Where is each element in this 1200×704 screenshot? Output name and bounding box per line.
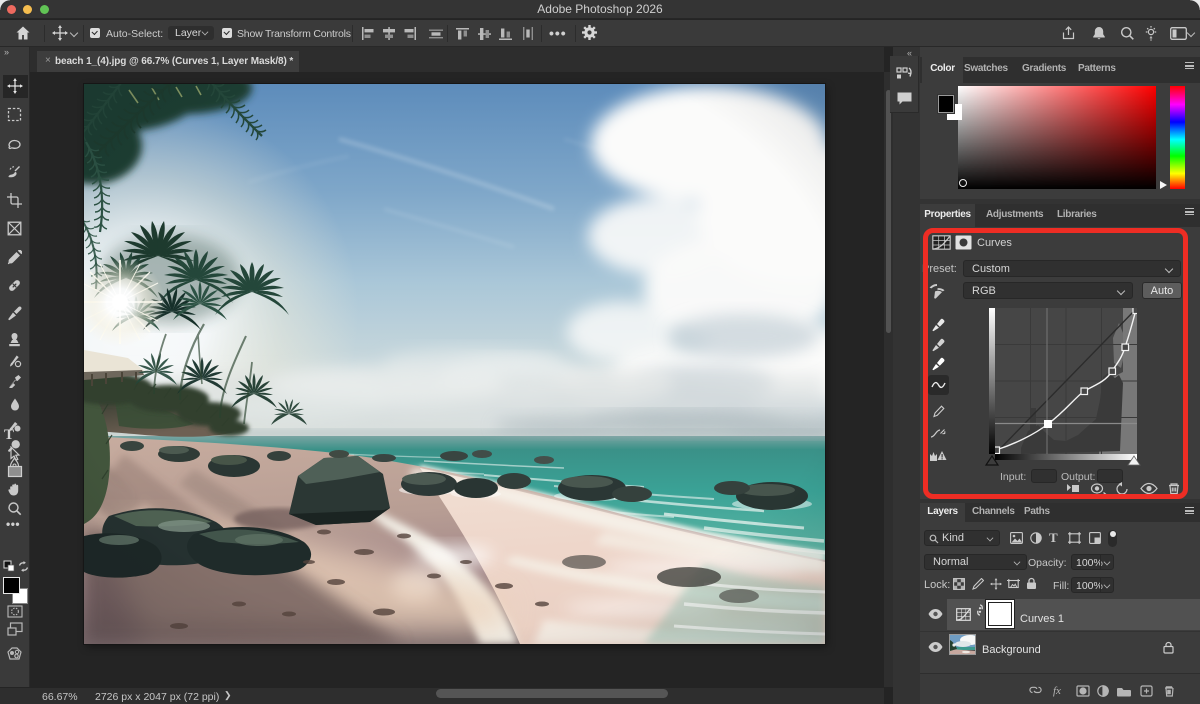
svg-text:fx: fx bbox=[1053, 685, 1061, 697]
